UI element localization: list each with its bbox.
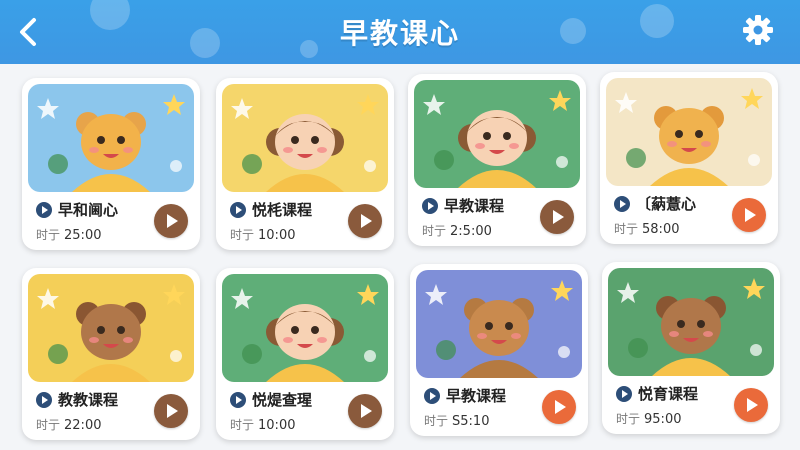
course-card[interactable]: 教教课程 时亍 22:00 xyxy=(22,268,200,440)
course-thumbnail-image xyxy=(606,78,772,186)
course-title-text: 早和阃心 xyxy=(58,201,119,219)
course-title: 悦枆课程 xyxy=(230,199,312,220)
course-card[interactable]: 悦煶查瑆 时亍 10:00 xyxy=(216,268,394,440)
course-card[interactable]: 〔蒳薏心 时亍 58:00 xyxy=(600,72,778,244)
course-duration: 时亍 95:00 xyxy=(616,410,681,427)
play-circle-icon xyxy=(36,201,52,218)
course-duration: 时亍 10:00 xyxy=(230,416,295,433)
duration-value: 95:00 xyxy=(644,412,682,427)
course-duration: 时亍 2:5:00 xyxy=(422,222,492,239)
course-title: 悦煶查瑆 xyxy=(230,389,312,410)
course-thumbnail-image xyxy=(416,270,582,378)
play-circle-icon xyxy=(616,385,632,402)
duration-value: 58:00 xyxy=(642,222,680,237)
course-card[interactable]: 早和阃心 时亍 25:00 xyxy=(22,78,200,250)
course-duration: 时亍 22:00 xyxy=(36,416,101,433)
course-thumbnail-image xyxy=(222,274,388,382)
course-thumbnail-image xyxy=(608,268,774,376)
play-button[interactable] xyxy=(542,390,576,424)
play-circle-icon xyxy=(422,197,438,214)
play-button[interactable] xyxy=(348,394,382,428)
course-thumbnail[interactable] xyxy=(416,270,582,378)
course-thumbnail-image xyxy=(28,84,194,192)
play-circle-icon xyxy=(230,391,246,408)
course-thumbnail[interactable] xyxy=(222,84,388,192)
course-duration: 时亍 10:00 xyxy=(230,226,295,243)
play-circle-icon xyxy=(36,391,52,408)
course-card[interactable]: 早教课程 时亍 2:5:00 xyxy=(408,74,586,246)
course-thumbnail[interactable] xyxy=(608,268,774,376)
course-duration: 时亍 25:00 xyxy=(36,226,101,243)
duration-value: 10:00 xyxy=(258,418,296,433)
course-thumbnail[interactable] xyxy=(222,274,388,382)
course-duration: 时亍 S5:10 xyxy=(424,412,489,429)
course-card[interactable]: 悦枆课程 时亍 10:00 xyxy=(216,78,394,250)
gear-icon xyxy=(743,15,773,45)
play-circle-icon xyxy=(230,201,246,218)
top-bar: 早教课心 xyxy=(0,0,800,64)
play-button[interactable] xyxy=(154,204,188,238)
duration-value: 22:00 xyxy=(64,418,102,433)
course-duration: 时亍 58:00 xyxy=(614,220,679,237)
course-title-text: 悦枆课程 xyxy=(252,201,313,219)
course-title: 教教课程 xyxy=(36,389,118,410)
duration-label: 时亍 xyxy=(616,412,641,426)
play-button[interactable] xyxy=(348,204,382,238)
play-circle-icon xyxy=(614,195,630,212)
duration-label: 时亍 xyxy=(230,228,255,242)
course-title-text: 悦煶查瑆 xyxy=(252,391,313,409)
duration-value: 10:00 xyxy=(258,228,296,243)
duration-label: 时亍 xyxy=(36,418,61,432)
play-button[interactable] xyxy=(734,388,768,422)
settings-button[interactable] xyxy=(738,10,778,50)
duration-label: 时亍 xyxy=(230,418,255,432)
course-title: 早教课程 xyxy=(424,385,506,406)
course-thumbnail[interactable] xyxy=(28,84,194,192)
course-title-text: 〔蒳薏心 xyxy=(636,195,697,213)
course-card[interactable]: 早教课程 时亍 S5:10 xyxy=(410,264,588,436)
duration-value: S5:10 xyxy=(452,414,490,429)
duration-label: 时亍 xyxy=(422,224,447,238)
duration-label: 时亍 xyxy=(614,222,639,236)
duration-label: 时亍 xyxy=(424,414,449,428)
play-button[interactable] xyxy=(154,394,188,428)
play-button[interactable] xyxy=(540,200,574,234)
course-title: 早和阃心 xyxy=(36,199,118,220)
page-title: 早教课心 xyxy=(339,17,460,50)
play-circle-icon xyxy=(424,387,440,404)
play-button[interactable] xyxy=(732,198,766,232)
course-title: 早教课程 xyxy=(422,195,504,216)
course-title-text: 早教课程 xyxy=(446,387,507,405)
duration-value: 25:00 xyxy=(64,228,102,243)
course-thumbnail[interactable] xyxy=(606,78,772,186)
course-thumbnail-image xyxy=(222,84,388,192)
course-title-text: 早教课程 xyxy=(444,197,505,215)
course-thumbnail[interactable] xyxy=(414,80,580,188)
course-card[interactable]: 悦育课程 时亍 95:00 xyxy=(602,262,780,434)
course-thumbnail-image xyxy=(414,80,580,188)
course-title: 悦育课程 xyxy=(616,383,698,404)
course-thumbnail-image xyxy=(28,274,194,382)
course-title-text: 悦育课程 xyxy=(638,385,699,403)
duration-value: 2:5:00 xyxy=(450,224,492,239)
course-title: 〔蒳薏心 xyxy=(614,193,696,214)
course-thumbnail[interactable] xyxy=(28,274,194,382)
course-title-text: 教教课程 xyxy=(58,391,119,409)
duration-label: 时亍 xyxy=(36,228,61,242)
